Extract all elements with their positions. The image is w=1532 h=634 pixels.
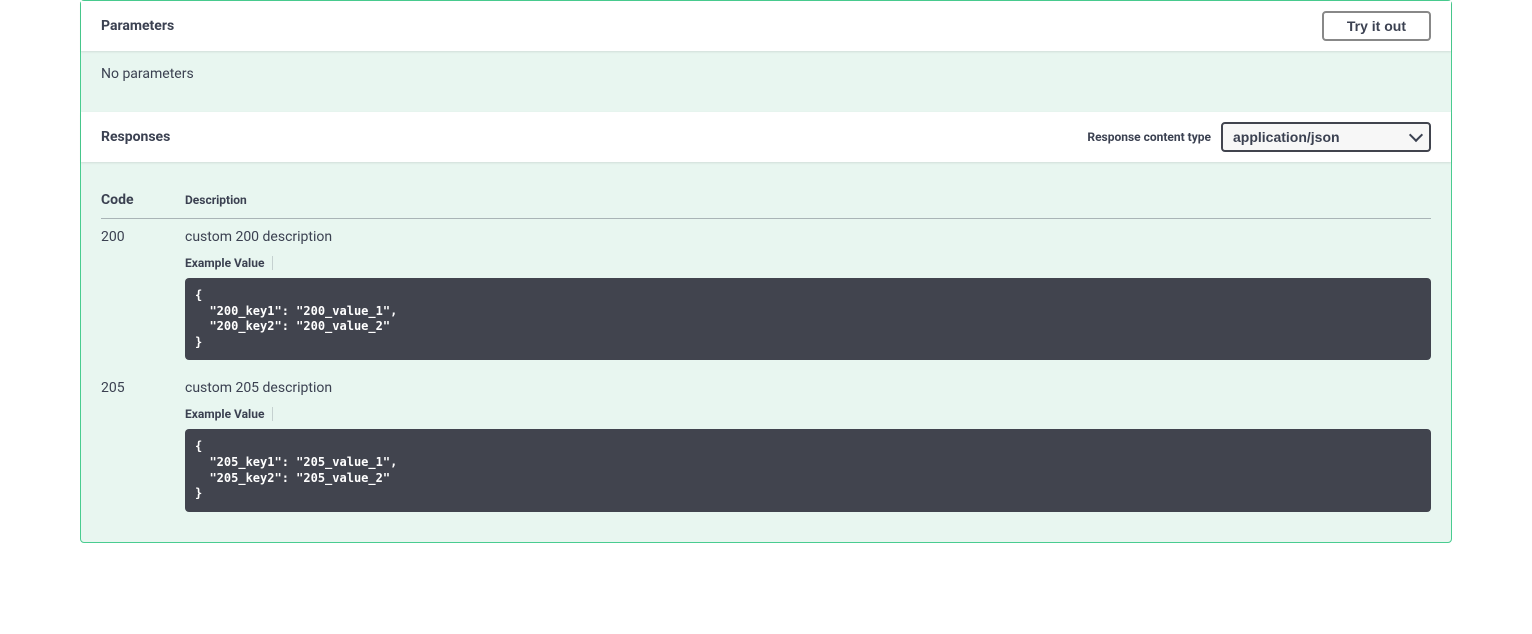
response-content-type-select-wrap: application/json [1221,122,1431,152]
example-value-label: Example Value [185,407,273,421]
response-content-type-label: Response content type [1087,130,1211,144]
example-value-label: Example Value [185,256,273,270]
table-row: 205 custom 205 description Example Value… [101,370,1431,521]
response-description: custom 200 description [185,229,1431,245]
no-parameters-text: No parameters [101,66,194,82]
parameters-header: Parameters Try it out [81,1,1451,51]
table-row: 200 custom 200 description Example Value… [101,219,1431,371]
parameters-body: No parameters [81,51,1451,112]
responses-header: Responses Response content type applicat… [81,112,1451,162]
response-cell: custom 205 description Example Value { "… [185,370,1431,521]
response-content-type-select[interactable]: application/json [1221,122,1431,152]
response-code: 205 [101,370,185,521]
parameters-heading: Parameters [101,18,174,34]
operation-block: Parameters Try it out No parameters Resp… [80,0,1452,543]
column-header-code: Code [101,182,185,219]
responses-body: Code Description 200 custom 200 descript… [81,162,1451,542]
response-controls: Response content type application/json [1087,122,1431,152]
column-header-description: Description [185,182,1431,219]
try-it-out-button[interactable]: Try it out [1322,11,1431,41]
response-code: 200 [101,219,185,371]
example-code-block[interactable]: { "205_key1": "205_value_1", "205_key2":… [185,429,1431,511]
response-description: custom 205 description [185,380,1431,396]
example-code-block[interactable]: { "200_key1": "200_value_1", "200_key2":… [185,278,1431,360]
responses-heading: Responses [101,129,170,145]
responses-table: Code Description 200 custom 200 descript… [101,182,1431,522]
response-cell: custom 200 description Example Value { "… [185,219,1431,371]
